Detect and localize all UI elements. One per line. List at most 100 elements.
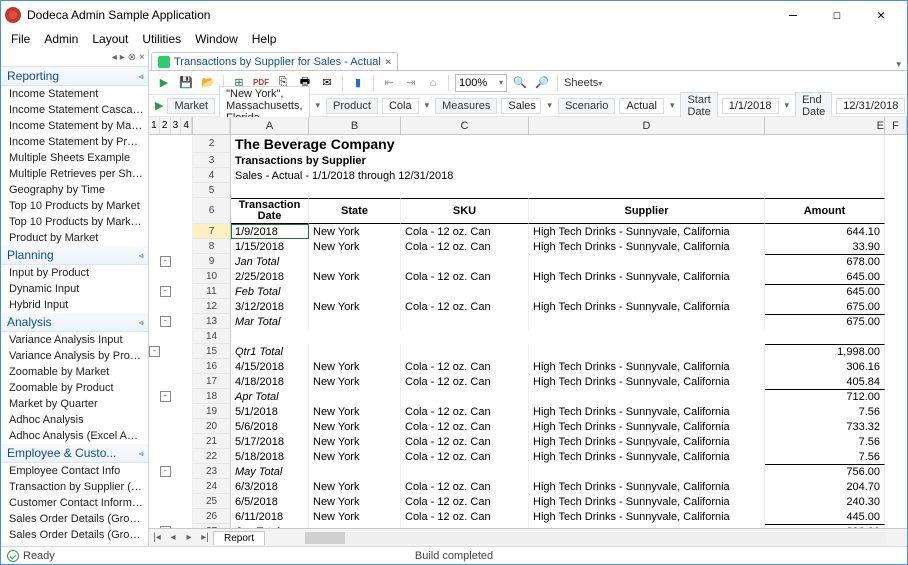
- row-header[interactable]: 23: [193, 464, 231, 479]
- outline-toggle[interactable]: -: [160, 316, 171, 327]
- cell-amount[interactable]: 7.56: [765, 434, 885, 449]
- row-header[interactable]: 5: [193, 183, 231, 198]
- row-header[interactable]: 13: [193, 314, 231, 329]
- sidebar-item[interactable]: Market by Quarter: [1, 396, 148, 412]
- sidebar-item[interactable]: Hybrid Input: [1, 297, 148, 313]
- product-dd-icon[interactable]: ▾: [423, 100, 432, 111]
- open-icon[interactable]: 📂: [199, 74, 217, 92]
- mail-icon[interactable]: ✉: [318, 74, 336, 92]
- cell-sku[interactable]: Cola - 12 oz. Can: [401, 224, 529, 239]
- cell-sku[interactable]: Cola - 12 oz. Can: [401, 494, 529, 509]
- row-header[interactable]: 9: [193, 254, 231, 269]
- cell-state[interactable]: New York: [309, 239, 401, 254]
- outline-toggle[interactable]: -: [160, 391, 171, 402]
- cell-sku[interactable]: Cola - 12 oz. Can: [401, 419, 529, 434]
- row-header[interactable]: 4: [193, 168, 231, 183]
- sidebar-item[interactable]: Top 10 Products by Market: [1, 198, 148, 214]
- row-header[interactable]: 27: [193, 524, 231, 528]
- cell-state[interactable]: New York: [309, 494, 401, 509]
- row-header[interactable]: 18: [193, 389, 231, 404]
- sheets-dropdown[interactable]: Sheets▾: [564, 77, 602, 89]
- sheet-first-icon[interactable]: |◂: [149, 532, 165, 543]
- cell-state[interactable]: New York: [309, 419, 401, 434]
- sidebar-pin-icon[interactable]: ⊗: [128, 52, 136, 63]
- sheet-tab-report[interactable]: Report: [213, 531, 265, 545]
- col-d[interactable]: D: [529, 117, 765, 134]
- row-header[interactable]: 16: [193, 359, 231, 374]
- tab-overflow-icon[interactable]: ▾: [896, 59, 901, 70]
- subtotal-amount[interactable]: 756.00: [765, 464, 885, 479]
- enddate-value[interactable]: 12/31/2018: [836, 98, 905, 114]
- subtotal-label[interactable]: Qtr1 Total: [231, 344, 309, 359]
- outline-toggle[interactable]: -: [160, 466, 171, 477]
- row-header[interactable]: 21: [193, 434, 231, 449]
- subtotal-amount[interactable]: 678.00: [765, 254, 885, 269]
- grid-body[interactable]: 2The Beverage Company3Transactions by Su…: [149, 135, 907, 528]
- subtotal-label[interactable]: Jun Total: [231, 524, 309, 528]
- startdate-value[interactable]: 1/1/2018: [722, 98, 779, 114]
- row-header[interactable]: 20: [193, 419, 231, 434]
- cell-amount[interactable]: 33.90: [765, 239, 885, 254]
- cell-date[interactable]: 4/18/2018: [231, 374, 309, 389]
- cell-supplier[interactable]: High Tech Drinks - Sunnyvale, California: [529, 509, 765, 524]
- sidebar-item[interactable]: Income Statement Cascade: [1, 102, 148, 118]
- sidebar-item[interactable]: Geography by Time: [1, 182, 148, 198]
- row-header[interactable]: 7: [193, 224, 231, 239]
- col-a[interactable]: A: [231, 117, 309, 134]
- subtotal-label[interactable]: Mar Total: [231, 314, 309, 329]
- row-header[interactable]: 10: [193, 269, 231, 284]
- sidebar-item[interactable]: Multiple Sheets Example: [1, 150, 148, 166]
- cell-supplier[interactable]: High Tech Drinks - Sunnyvale, California: [529, 224, 765, 239]
- cell-state[interactable]: New York: [309, 404, 401, 419]
- cell-date[interactable]: 3/12/2018: [231, 299, 309, 314]
- cell-sku[interactable]: Cola - 12 oz. Can: [401, 359, 529, 374]
- cell-supplier[interactable]: High Tech Drinks - Sunnyvale, California: [529, 404, 765, 419]
- sidebar-item[interactable]: Income Statement: [1, 86, 148, 102]
- cell-sku[interactable]: Cola - 12 oz. Can: [401, 449, 529, 464]
- outline-toggle[interactable]: -: [160, 256, 171, 267]
- cell-date[interactable]: 2/25/2018: [231, 269, 309, 284]
- market-dd-icon[interactable]: ▾: [314, 100, 323, 111]
- minimize-button[interactable]: —: [771, 1, 815, 29]
- cell-amount[interactable]: 445.00: [765, 509, 885, 524]
- cell-sku[interactable]: Cola - 12 oz. Can: [401, 479, 529, 494]
- cell-amount[interactable]: 7.56: [765, 404, 885, 419]
- cell-state[interactable]: New York: [309, 299, 401, 314]
- cell-sku[interactable]: Cola - 12 oz. Can: [401, 509, 529, 524]
- outline-toggle[interactable]: -: [160, 526, 171, 528]
- menu-utilities[interactable]: Utilities: [136, 30, 187, 48]
- col-b[interactable]: B: [309, 117, 401, 134]
- zoom-input[interactable]: 100%▾: [455, 74, 507, 92]
- menu-window[interactable]: Window: [189, 30, 244, 48]
- menu-file[interactable]: File: [5, 30, 36, 48]
- cell-supplier[interactable]: High Tech Drinks - Sunnyvale, California: [529, 479, 765, 494]
- side-section-planning[interactable]: Planning⪡: [1, 246, 148, 265]
- subtotal-amount[interactable]: 890.00: [765, 524, 885, 528]
- row-header[interactable]: 2: [193, 135, 231, 153]
- sidebar-item[interactable]: Zoomable by Market: [1, 364, 148, 380]
- menu-admin[interactable]: Admin: [38, 30, 84, 48]
- subtotal-amount[interactable]: 1,998.00: [765, 344, 885, 359]
- sidebar-item[interactable]: Multiple Retrieves per Sheet: [1, 166, 148, 182]
- outline-toggle[interactable]: -: [149, 346, 160, 357]
- indent-icon[interactable]: ⇥: [402, 74, 420, 92]
- sidebar-item[interactable]: Top 10 Products by Market...: [1, 214, 148, 230]
- cell-date[interactable]: 5/18/2018: [231, 449, 309, 464]
- outline-header[interactable]: 1234: [149, 117, 193, 134]
- side-section-analysis[interactable]: Analysis⪡: [1, 313, 148, 332]
- row-header[interactable]: 26: [193, 509, 231, 524]
- sidebar-item[interactable]: Variance Analysis Input: [1, 332, 148, 348]
- subtotal-label[interactable]: Apr Total: [231, 389, 309, 404]
- row-header[interactable]: 12: [193, 299, 231, 314]
- sidebar-item[interactable]: Sales Order Details (Group...: [1, 527, 148, 543]
- sidebar-item[interactable]: Product by Market: [1, 230, 148, 246]
- h-scrollbar-thumb[interactable]: [305, 532, 345, 544]
- subtotal-amount[interactable]: 675.00: [765, 314, 885, 329]
- cell-supplier[interactable]: High Tech Drinks - Sunnyvale, California: [529, 374, 765, 389]
- cell-state[interactable]: New York: [309, 434, 401, 449]
- cell-state[interactable]: New York: [309, 374, 401, 389]
- cell-date[interactable]: 5/1/2018: [231, 404, 309, 419]
- home-icon[interactable]: ⌂: [424, 74, 442, 92]
- cell-amount[interactable]: 7.56: [765, 449, 885, 464]
- sidebar-item[interactable]: Customer Contact Informatio...: [1, 495, 148, 511]
